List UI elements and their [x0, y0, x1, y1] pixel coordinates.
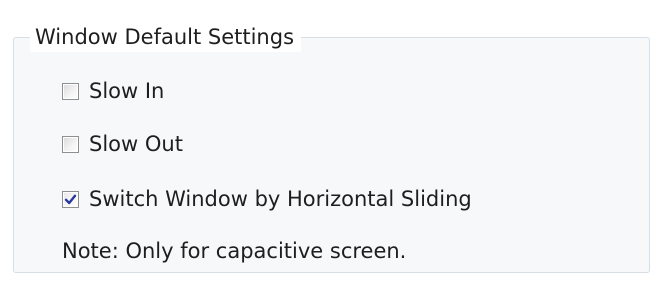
group-title: Window Default Settings: [30, 22, 302, 52]
horizontal-sliding-checkbox[interactable]: [62, 190, 79, 208]
capacitive-screen-note: Note: Only for capacitive screen.: [62, 239, 407, 263]
slow-out-option[interactable]: Slow Out: [62, 128, 183, 160]
checkmark-icon: [64, 194, 77, 204]
horizontal-sliding-option[interactable]: Switch Window by Horizontal Sliding: [62, 183, 472, 215]
slow-in-label[interactable]: Slow In: [89, 76, 164, 106]
slow-out-label[interactable]: Slow Out: [89, 129, 183, 159]
slow-in-checkbox[interactable]: [62, 82, 79, 100]
settings-panel: Window Default Settings Slow In Slow Out…: [0, 0, 654, 286]
slow-out-checkbox[interactable]: [62, 135, 79, 153]
horizontal-sliding-label[interactable]: Switch Window by Horizontal Sliding: [89, 184, 472, 214]
slow-in-option[interactable]: Slow In: [62, 75, 164, 107]
